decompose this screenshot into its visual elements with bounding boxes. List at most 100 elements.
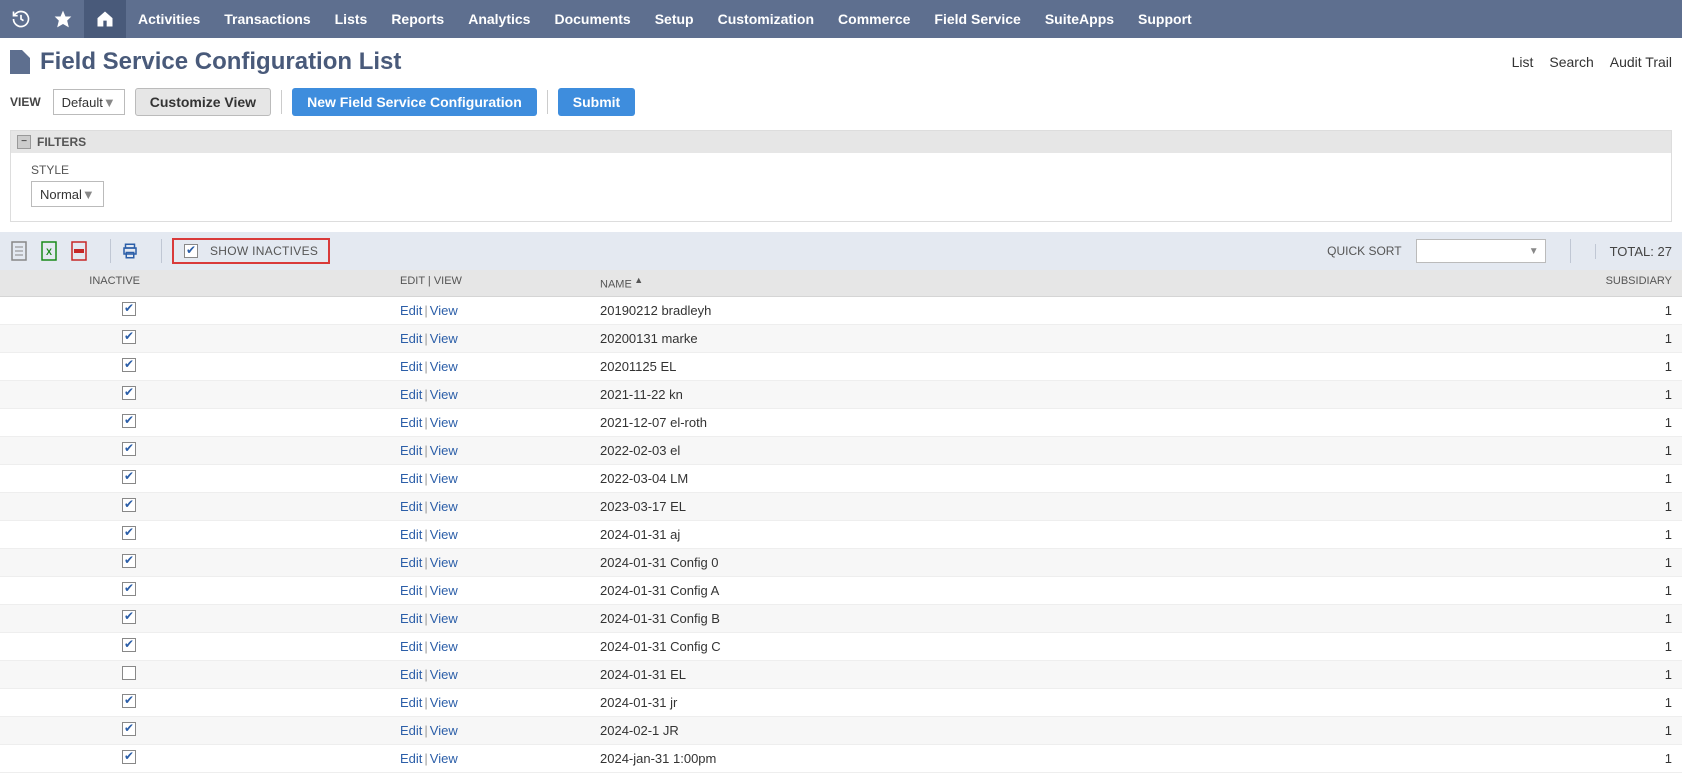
- edit-link[interactable]: Edit: [400, 359, 422, 374]
- show-inactives-checkbox[interactable]: [184, 244, 198, 258]
- inactive-checkbox[interactable]: [122, 302, 136, 316]
- view-link[interactable]: View: [430, 331, 458, 346]
- view-select[interactable]: Default ▼: [53, 89, 125, 115]
- nav-item-support[interactable]: Support: [1126, 0, 1204, 38]
- inactive-checkbox[interactable]: [122, 554, 136, 568]
- divider: [1570, 239, 1571, 263]
- view-link[interactable]: View: [430, 443, 458, 458]
- column-name[interactable]: NAME ▲: [600, 275, 1572, 291]
- export-pdf-icon[interactable]: [70, 240, 88, 262]
- new-config-button[interactable]: New Field Service Configuration: [292, 88, 537, 116]
- view-link[interactable]: View: [430, 695, 458, 710]
- nav-item-field-service[interactable]: Field Service: [922, 0, 1032, 38]
- history-icon[interactable]: [0, 0, 42, 38]
- edit-link[interactable]: Edit: [400, 471, 422, 486]
- edit-link[interactable]: Edit: [400, 723, 422, 738]
- column-inactive[interactable]: INACTIVE: [10, 275, 400, 291]
- row-subsidiary: 1: [1572, 751, 1672, 766]
- view-link[interactable]: View: [430, 527, 458, 542]
- nav-item-setup[interactable]: Setup: [643, 0, 706, 38]
- view-link[interactable]: View: [430, 387, 458, 402]
- edit-link[interactable]: Edit: [400, 499, 422, 514]
- nav-item-analytics[interactable]: Analytics: [456, 0, 542, 38]
- nav-item-customization[interactable]: Customization: [706, 0, 826, 38]
- view-link[interactable]: View: [430, 415, 458, 430]
- view-link[interactable]: View: [430, 667, 458, 682]
- export-csv-icon[interactable]: [10, 240, 28, 262]
- row-name: 2021-11-22 kn: [600, 387, 1572, 402]
- nav-item-transactions[interactable]: Transactions: [212, 0, 322, 38]
- table-row: Edit|View2021-11-22 kn1: [0, 381, 1682, 409]
- show-inactives-toggle[interactable]: SHOW INACTIVES: [172, 238, 330, 264]
- edit-link[interactable]: Edit: [400, 695, 422, 710]
- print-icon[interactable]: [121, 240, 139, 262]
- edit-link[interactable]: Edit: [400, 583, 422, 598]
- nav-item-lists[interactable]: Lists: [323, 0, 380, 38]
- edit-link[interactable]: Edit: [400, 387, 422, 402]
- edit-link[interactable]: Edit: [400, 667, 422, 682]
- divider: [281, 90, 282, 114]
- header-link-list[interactable]: List: [1512, 54, 1534, 70]
- view-link[interactable]: View: [430, 639, 458, 654]
- nav-item-commerce[interactable]: Commerce: [826, 0, 922, 38]
- inactive-checkbox[interactable]: [122, 722, 136, 736]
- home-icon[interactable]: [84, 0, 126, 38]
- row-subsidiary: 1: [1572, 667, 1672, 682]
- collapse-icon[interactable]: −: [17, 135, 31, 149]
- inactive-checkbox[interactable]: [122, 526, 136, 540]
- header-link-audit-trail[interactable]: Audit Trail: [1610, 54, 1672, 70]
- view-link[interactable]: View: [430, 583, 458, 598]
- edit-link[interactable]: Edit: [400, 527, 422, 542]
- inactive-checkbox[interactable]: [122, 470, 136, 484]
- inactive-checkbox[interactable]: [122, 694, 136, 708]
- column-subsidiary[interactable]: SUBSIDIARY: [1572, 275, 1672, 291]
- nav-item-reports[interactable]: Reports: [379, 0, 456, 38]
- row-name: 20190212 bradleyh: [600, 303, 1572, 318]
- row-name: 2024-01-31 Config A: [600, 583, 1572, 598]
- edit-link[interactable]: Edit: [400, 611, 422, 626]
- submit-button[interactable]: Submit: [558, 88, 635, 116]
- view-link[interactable]: View: [430, 303, 458, 318]
- view-link[interactable]: View: [430, 471, 458, 486]
- nav-item-documents[interactable]: Documents: [542, 0, 642, 38]
- row-subsidiary: 1: [1572, 303, 1672, 318]
- table-row: Edit|View2024-jan-31 1:00pm1: [0, 745, 1682, 773]
- inactive-checkbox[interactable]: [122, 638, 136, 652]
- edit-link[interactable]: Edit: [400, 443, 422, 458]
- inactive-checkbox[interactable]: [122, 386, 136, 400]
- inactive-checkbox[interactable]: [122, 330, 136, 344]
- inactive-checkbox[interactable]: [122, 666, 136, 680]
- edit-link[interactable]: Edit: [400, 639, 422, 654]
- nav-item-activities[interactable]: Activities: [126, 0, 212, 38]
- chevron-down-icon: ▼: [103, 95, 116, 110]
- edit-link[interactable]: Edit: [400, 303, 422, 318]
- header-link-search[interactable]: Search: [1549, 54, 1593, 70]
- edit-link[interactable]: Edit: [400, 331, 422, 346]
- column-editview[interactable]: EDIT | VIEW: [400, 275, 600, 291]
- edit-link[interactable]: Edit: [400, 751, 422, 766]
- view-link[interactable]: View: [430, 555, 458, 570]
- quick-sort-select[interactable]: ▼: [1416, 239, 1546, 263]
- edit-link[interactable]: Edit: [400, 555, 422, 570]
- inactive-checkbox[interactable]: [122, 498, 136, 512]
- star-icon[interactable]: [42, 0, 84, 38]
- table-row: Edit|View2024-01-31 Config 01: [0, 549, 1682, 577]
- export-excel-icon[interactable]: X: [40, 240, 58, 262]
- customize-view-button[interactable]: Customize View: [135, 88, 271, 116]
- view-link[interactable]: View: [430, 499, 458, 514]
- style-select[interactable]: Normal ▼: [31, 181, 104, 207]
- inactive-checkbox[interactable]: [122, 750, 136, 764]
- view-link[interactable]: View: [430, 723, 458, 738]
- view-link[interactable]: View: [430, 751, 458, 766]
- nav-item-suiteapps[interactable]: SuiteApps: [1033, 0, 1126, 38]
- chevron-down-icon: ▼: [82, 187, 95, 202]
- inactive-checkbox[interactable]: [122, 582, 136, 596]
- edit-link[interactable]: Edit: [400, 415, 422, 430]
- view-link[interactable]: View: [430, 359, 458, 374]
- inactive-checkbox[interactable]: [122, 610, 136, 624]
- inactive-checkbox[interactable]: [122, 358, 136, 372]
- view-link[interactable]: View: [430, 611, 458, 626]
- inactive-checkbox[interactable]: [122, 414, 136, 428]
- inactive-checkbox[interactable]: [122, 442, 136, 456]
- filters-header[interactable]: − FILTERS: [11, 131, 1671, 153]
